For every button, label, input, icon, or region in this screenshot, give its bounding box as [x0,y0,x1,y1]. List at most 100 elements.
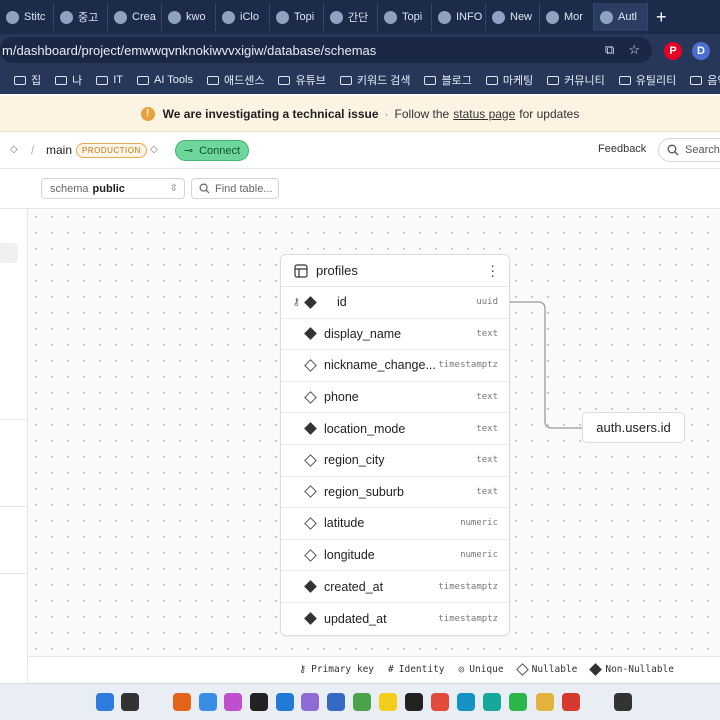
column-type: text [476,423,498,434]
more-vertical-icon[interactable]: · · · [490,258,495,282]
column-icons [281,422,317,436]
relation-target-label: auth.users.id [596,420,671,435]
column-name: latitude [324,516,365,531]
vscode-icon[interactable] [276,693,294,711]
legend-unique-label: Unique [469,664,504,675]
column-name: region_city [324,453,385,468]
column-icons [281,517,317,530]
chatgpt-icon[interactable] [250,693,268,711]
legend-non-nullable-label: Non-Nullable [605,664,674,675]
copilot-icon[interactable] [224,693,242,711]
hollow-diamond-icon [515,663,529,676]
hollow-diamond-icon [304,453,317,467]
folder-icon[interactable] [536,693,554,711]
column-name: display_name [324,326,402,341]
terminal-icon[interactable] [614,693,632,711]
legend-primary-key: ⚷ Primary key [299,664,374,675]
column-type: timestamptz [438,581,498,592]
legend-primary-key-label: Primary key [311,664,375,675]
app-icon[interactable] [483,693,501,711]
whatsapp-icon[interactable] [509,693,527,711]
column-row[interactable]: phone text [281,382,509,414]
filled-diamond-icon [589,663,603,676]
kakao-icon[interactable] [379,693,397,711]
windows-start-icon[interactable] [96,693,114,711]
legend-non-nullable: Non-Nullable [589,663,674,676]
column-row[interactable]: location_mode text [281,413,509,445]
column-icons [281,580,317,594]
column-icons [281,485,317,499]
hollow-diamond-icon [304,548,317,562]
legend-identity-label: Identity [398,664,445,675]
hollow-diamond-icon [304,485,317,499]
column-type: text [476,392,498,403]
column-name: location_mode [324,421,406,436]
filled-diamond-icon [304,295,317,309]
column-name: created_at [324,579,384,594]
hollow-diamond-icon [304,517,317,530]
edge-icon[interactable] [457,693,475,711]
column-name: longitude [324,548,375,563]
column-icons [281,390,317,404]
app-icon[interactable] [301,693,319,711]
fire-icon[interactable] [173,693,191,711]
key-icon: ⚷ [299,664,307,675]
column-name: phone [324,390,359,405]
hash-icon: # [388,664,394,675]
legend-nullable-label: Nullable [531,664,578,675]
column-row[interactable]: latitude numeric [281,508,509,540]
column-row[interactable]: created_at timestamptz [281,571,509,603]
cloud-icon[interactable] [199,693,217,711]
notion-icon[interactable] [405,693,423,711]
relation-target-node[interactable]: auth.users.id [582,412,685,443]
column-row[interactable]: updated_at timestamptz [281,603,509,635]
column-icons [281,453,317,467]
hollow-diamond-icon [304,390,317,404]
legend-unique: ◎ Unique [459,664,504,675]
column-icons [281,548,317,562]
column-icons [281,327,317,341]
column-type: text [476,486,498,497]
search-icon[interactable] [121,693,139,711]
column-name: id [337,295,347,310]
legend: ⚷ Primary key # Identity ◎ Unique Nullab… [28,656,720,682]
column-name: region_suburb [324,484,404,499]
column-icons [281,359,317,372]
column-row[interactable]: ⚷ id uuid [281,287,509,319]
column-type: uuid [476,297,498,308]
column-type: timestamptz [438,360,498,371]
column-row[interactable]: nickname_change... timestamptz [281,350,509,382]
column-icons: ⚷ [281,295,317,309]
column-row[interactable]: region_suburb text [281,477,509,509]
column-type: text [476,455,498,466]
column-type: numeric [460,518,498,529]
column-type: timestamptz [438,613,498,624]
app-icon[interactable] [353,693,371,711]
column-icons [281,612,317,626]
key-icon: ⚷ [292,296,300,308]
filled-diamond-icon [304,612,317,626]
fingerprint-icon: ◎ [458,664,465,675]
filled-diamond-icon [304,327,317,341]
legend-nullable: Nullable [515,663,578,676]
app-icon[interactable] [562,693,580,711]
hollow-diamond-icon [304,359,317,372]
column-name: updated_at [324,611,387,626]
table-icon [294,263,308,278]
app-icon[interactable] [327,693,345,711]
column-row[interactable]: display_name text [281,319,509,351]
table-card-profiles[interactable]: profiles · · · ⚷ id uuid display_name text nick… [280,254,510,636]
column-type: numeric [460,550,498,561]
column-row[interactable]: longitude numeric [281,540,509,572]
column-row[interactable]: region_city text [281,445,509,477]
filled-diamond-icon [304,422,317,436]
column-name: nickname_change... [324,358,436,373]
filled-diamond-icon [304,580,317,594]
column-list: ⚷ id uuid display_name text nickname_change..… [281,287,509,635]
column-type: text [476,328,498,339]
table-card-header: profiles · · · [281,255,509,287]
chrome-icon[interactable] [431,693,449,711]
table-name: profiles [316,263,358,278]
windows-taskbar [0,683,720,720]
legend-identity: # Identity [388,664,445,675]
